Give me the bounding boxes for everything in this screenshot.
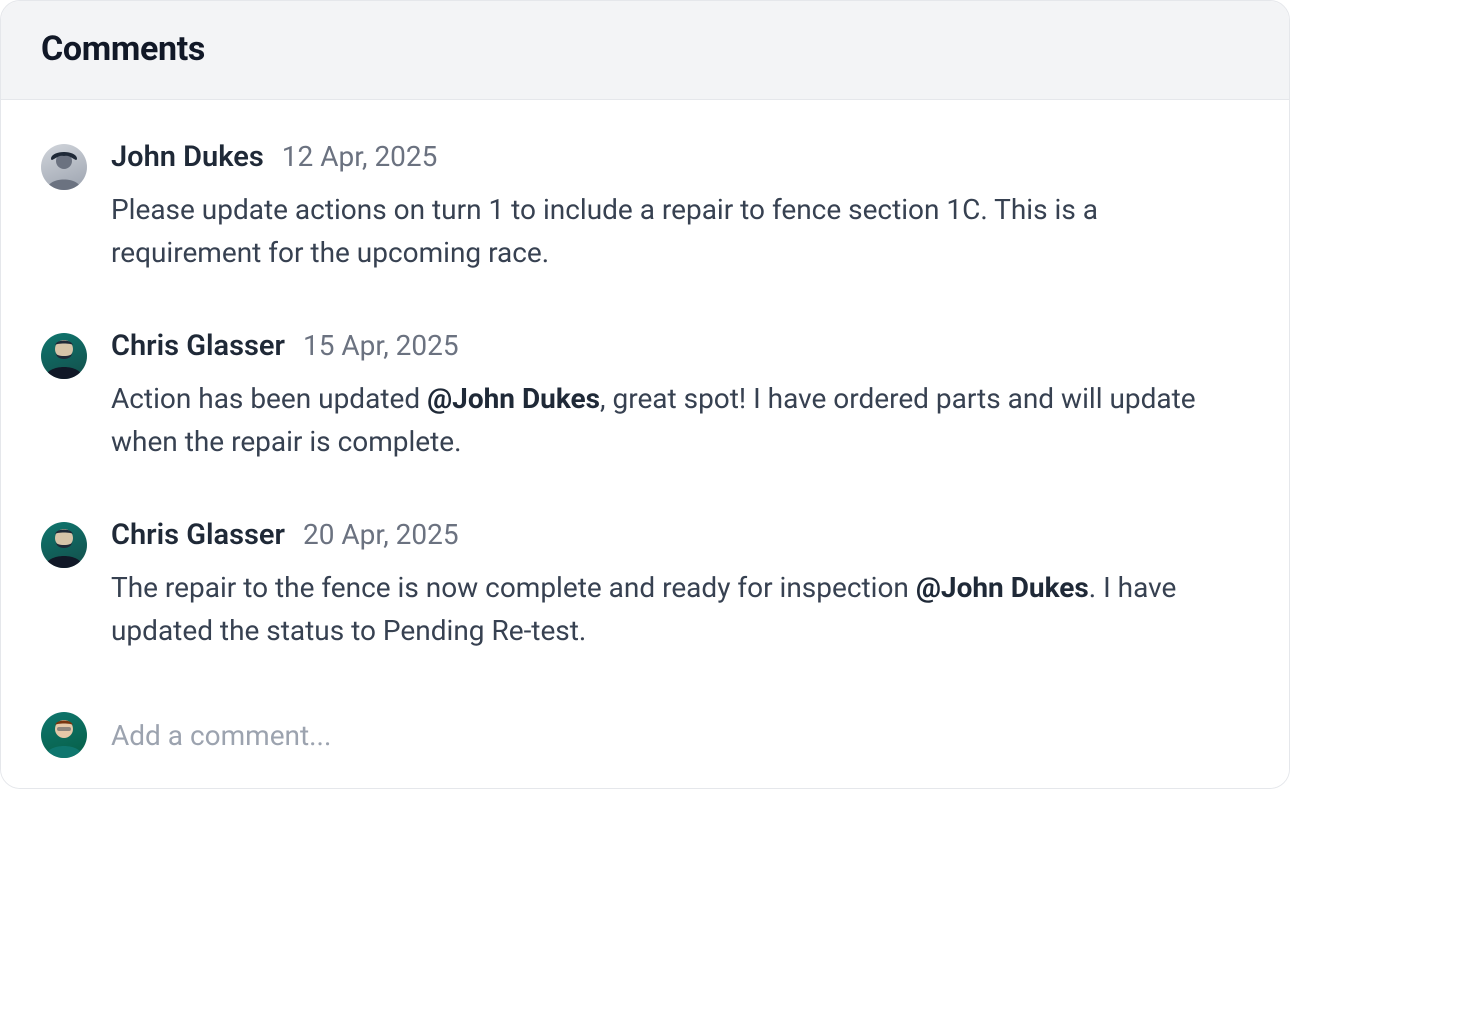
mention[interactable]: @John Dukes bbox=[427, 382, 600, 415]
comment-text: The repair to the fence is now complete … bbox=[111, 571, 916, 604]
comment-body: The repair to the fence is now complete … bbox=[111, 566, 1249, 653]
person-icon bbox=[41, 712, 87, 758]
comment-content: John Dukes 12 Apr, 2025 Please update ac… bbox=[111, 140, 1249, 275]
person-icon bbox=[41, 333, 87, 379]
person-icon bbox=[41, 144, 87, 190]
comment-input[interactable] bbox=[111, 719, 1249, 752]
comment-body: Action has been updated @John Dukes, gre… bbox=[111, 377, 1249, 464]
comment-item: John Dukes 12 Apr, 2025 Please update ac… bbox=[41, 140, 1249, 275]
comment-header: John Dukes 12 Apr, 2025 bbox=[111, 140, 1249, 174]
comment-composer bbox=[41, 706, 1249, 758]
comment-text: Action has been updated bbox=[111, 382, 427, 415]
comment-body: Please update actions on turn 1 to inclu… bbox=[111, 188, 1249, 275]
comment-author: Chris Glasser bbox=[111, 329, 285, 363]
comments-body: John Dukes 12 Apr, 2025 Please update ac… bbox=[1, 100, 1289, 788]
avatar bbox=[41, 333, 87, 379]
comment-author: John Dukes bbox=[111, 140, 264, 174]
comment-text: Please update actions on turn 1 to inclu… bbox=[111, 193, 1098, 269]
avatar bbox=[41, 144, 87, 190]
comments-title: Comments bbox=[41, 29, 1249, 69]
comment-date: 20 Apr, 2025 bbox=[303, 518, 459, 551]
comment-item: Chris Glasser 15 Apr, 2025 Action has be… bbox=[41, 329, 1249, 464]
comment-date: 12 Apr, 2025 bbox=[282, 140, 438, 173]
comment-date: 15 Apr, 2025 bbox=[303, 329, 459, 362]
comment-content: Chris Glasser 20 Apr, 2025 The repair to… bbox=[111, 518, 1249, 653]
comments-header: Comments bbox=[1, 1, 1289, 100]
mention[interactable]: @John Dukes bbox=[916, 571, 1089, 604]
avatar bbox=[41, 522, 87, 568]
comment-item: Chris Glasser 20 Apr, 2025 The repair to… bbox=[41, 518, 1249, 653]
comment-author: Chris Glasser bbox=[111, 518, 285, 552]
comment-content: Chris Glasser 15 Apr, 2025 Action has be… bbox=[111, 329, 1249, 464]
avatar bbox=[41, 712, 87, 758]
comment-header: Chris Glasser 15 Apr, 2025 bbox=[111, 329, 1249, 363]
comment-header: Chris Glasser 20 Apr, 2025 bbox=[111, 518, 1249, 552]
person-icon bbox=[41, 522, 87, 568]
comments-card: Comments John Dukes 12 Apr, 2025 Please … bbox=[0, 0, 1290, 789]
